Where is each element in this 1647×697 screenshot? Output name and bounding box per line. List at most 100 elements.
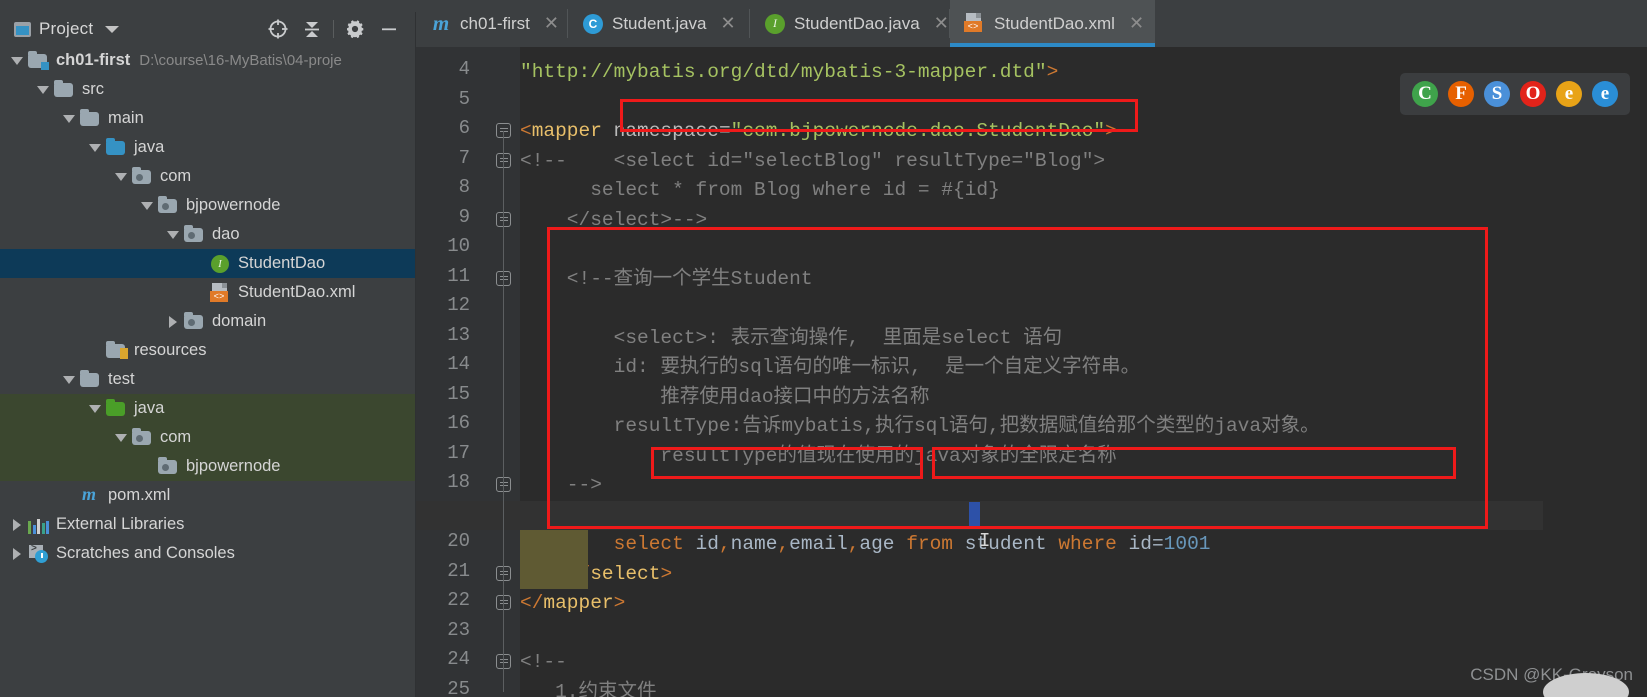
chevron-down-icon[interactable] xyxy=(58,375,80,384)
chevron-right-icon[interactable] xyxy=(6,547,28,560)
editor-area: m ch01-first ✕ C Student.java ✕ I StudentDao.ja… xyxy=(416,0,1647,697)
close-icon[interactable]: ✕ xyxy=(544,13,559,34)
close-icon[interactable]: ✕ xyxy=(721,13,736,34)
minimize-icon[interactable] xyxy=(372,12,406,46)
fold-guide-line xyxy=(503,131,504,692)
code-line[interactable]: 推荐使用dao接口中的方法名称 xyxy=(520,383,929,413)
project-title-group[interactable]: Project xyxy=(14,19,120,39)
tree-item-bjpowernode[interactable]: bjpowernode xyxy=(0,191,416,220)
tree-item-main[interactable]: main xyxy=(0,104,416,133)
chevron-down-icon[interactable] xyxy=(32,85,54,94)
code-line[interactable]: select * from Blog where id = #{id} xyxy=(520,176,1000,206)
line-number: 16 xyxy=(447,412,470,434)
line-number: 15 xyxy=(447,382,470,405)
tree-item-com[interactable]: com xyxy=(0,162,416,191)
chevron-right-icon[interactable] xyxy=(6,518,28,531)
code-line[interactable]: id: 要执行的sql语句的唯一标识, 是一个自定义字符串。 xyxy=(520,353,1141,383)
chevron-down-icon[interactable] xyxy=(58,114,80,123)
tree-item-scratches-and-consoles[interactable]: Scratches and Consoles xyxy=(0,539,416,568)
tree-item-domain[interactable]: domain xyxy=(0,307,416,336)
browser-glyph: e xyxy=(1600,83,1610,104)
chevron-right-icon[interactable] xyxy=(162,315,184,328)
folder-icon xyxy=(54,80,75,98)
tree-item-label: com xyxy=(160,167,192,185)
internet-explorer-icon[interactable]: e xyxy=(1556,81,1582,107)
text-caret xyxy=(969,501,980,529)
browser-glyph: C xyxy=(1418,83,1432,104)
chevron-down-icon[interactable] xyxy=(136,201,158,210)
editor-gutter[interactable]: 4567891011121314151617181920212223242526 xyxy=(416,47,520,697)
safari-icon[interactable]: S xyxy=(1484,81,1510,107)
tree-item-test[interactable]: test xyxy=(0,365,416,394)
browser-run-bar: C F S Oe e xyxy=(1400,73,1630,115)
editor-tab-ch01-first[interactable]: m ch01-first ✕ xyxy=(416,0,568,47)
settings-gear-icon[interactable] xyxy=(338,12,372,46)
editor-tab-student-java[interactable]: C Student.java ✕ xyxy=(568,0,750,47)
line-number: 11 xyxy=(447,264,470,287)
code-line[interactable]: <mapper namespace="com.bjpowernode.dao.S… xyxy=(520,117,1117,147)
code-token: , xyxy=(847,533,860,555)
editor-tab-label: StudentDao.java xyxy=(794,13,920,33)
tree-item-java[interactable]: java xyxy=(0,133,416,162)
code-line[interactable]: "http://mybatis.org/dtd/mybatis-3-mapper… xyxy=(520,58,1058,88)
firefox-icon[interactable]: F xyxy=(1448,81,1474,107)
tree-item-com[interactable]: com xyxy=(0,423,416,452)
collapse-all-icon[interactable] xyxy=(295,12,329,46)
chevron-down-icon[interactable] xyxy=(84,143,106,152)
tree-item-resources[interactable]: resources xyxy=(0,336,416,365)
close-icon[interactable]: ✕ xyxy=(1129,13,1144,34)
resources-folder-icon xyxy=(106,341,128,359)
code-line[interactable]: resultType:告诉mybatis,执行sql语句,把数据赋值给那个类型的… xyxy=(520,412,1320,442)
editor-tab-studentdao-xml[interactable]: <> StudentDao.xml ✕ xyxy=(950,0,1155,47)
chevron-down-icon[interactable] xyxy=(6,56,28,65)
code-line[interactable]: resultType的值现在使用的java对象的全限定名称 xyxy=(520,442,1116,472)
code-line[interactable]: <!-- xyxy=(520,648,567,678)
locate-icon[interactable] xyxy=(261,12,295,46)
close-icon[interactable]: ✕ xyxy=(934,13,949,34)
edge-icon[interactable]: e xyxy=(1592,81,1618,107)
chevron-down-icon[interactable] xyxy=(84,404,106,413)
tree-item-studentdao-xml[interactable]: <> StudentDao.xml xyxy=(0,278,416,307)
chrome-icon[interactable]: C xyxy=(1412,81,1438,107)
editor-tab-studentdao-java[interactable]: I StudentDao.java ✕ xyxy=(750,0,950,47)
tree-item-java[interactable]: java xyxy=(0,394,416,423)
chevron-down-icon[interactable] xyxy=(110,172,132,181)
tree-item-label: bjpowernode xyxy=(186,196,281,214)
code-token: > xyxy=(660,562,673,585)
line-number: 5 xyxy=(458,87,470,110)
tree-item-dao[interactable]: dao xyxy=(0,220,416,249)
tree-item-src[interactable]: src xyxy=(0,75,416,104)
tree-item-bjpowernode[interactable]: bjpowernode xyxy=(0,452,416,481)
code-content[interactable]: "http://mybatis.org/dtd/mybatis-3-mapper… xyxy=(520,47,1647,697)
tree-item-ch01-first[interactable]: ch01-first D:\course\16-MyBatis\04-proje xyxy=(0,46,416,75)
tree-item-label: dao xyxy=(212,225,240,243)
chevron-down-icon[interactable] xyxy=(105,25,120,33)
code-line[interactable]: <select>: 表示查询操作, 里面是select 语句 xyxy=(520,324,1063,354)
code-token: < xyxy=(520,120,532,142)
code-line[interactable]: select id,name,email,age from student wh… xyxy=(520,530,1211,560)
chevron-down-icon[interactable] xyxy=(110,433,132,442)
code-line[interactable]: </mapper> xyxy=(520,589,625,619)
tree-item-studentdao[interactable]: I StudentDao xyxy=(0,249,416,278)
code-line[interactable]: 1.约束文件 xyxy=(520,678,656,697)
mouse-ibeam-cursor: I xyxy=(979,530,991,552)
folder-blue-icon xyxy=(106,138,127,156)
code-line[interactable]: </select>--> xyxy=(520,206,707,236)
code-token: </ xyxy=(520,592,544,614)
code-token: resultType:告诉mybatis,执行sql语句,把数据赋值给那个类型的… xyxy=(520,415,1320,437)
code-line[interactable]: <!--查询一个学生Student xyxy=(520,265,813,295)
line-number: 14 xyxy=(447,353,470,375)
tree-item-pom-xml[interactable]: m pom.xml xyxy=(0,481,416,510)
tree-item-label: bjpowernode xyxy=(186,457,281,475)
code-line[interactable]: --> xyxy=(520,471,602,501)
chevron-down-icon[interactable] xyxy=(162,230,184,239)
text-selection-highlight xyxy=(520,530,588,589)
project-tool-window: Project ch01-first D:\course\16-MyBatis\… xyxy=(0,12,416,697)
tree-item-external-libraries[interactable]: External Libraries xyxy=(0,510,416,539)
line-number: 21 xyxy=(447,559,470,582)
code-token: "http://mybatis.org/dtd/mybatis-3-mapper… xyxy=(520,61,1047,83)
code-line[interactable]: <!-- <select id="selectBlog" resultType=… xyxy=(520,147,1105,177)
opera-icon[interactable]: O xyxy=(1520,81,1546,107)
project-tree[interactable]: ch01-first D:\course\16-MyBatis\04-proje s… xyxy=(0,46,416,697)
